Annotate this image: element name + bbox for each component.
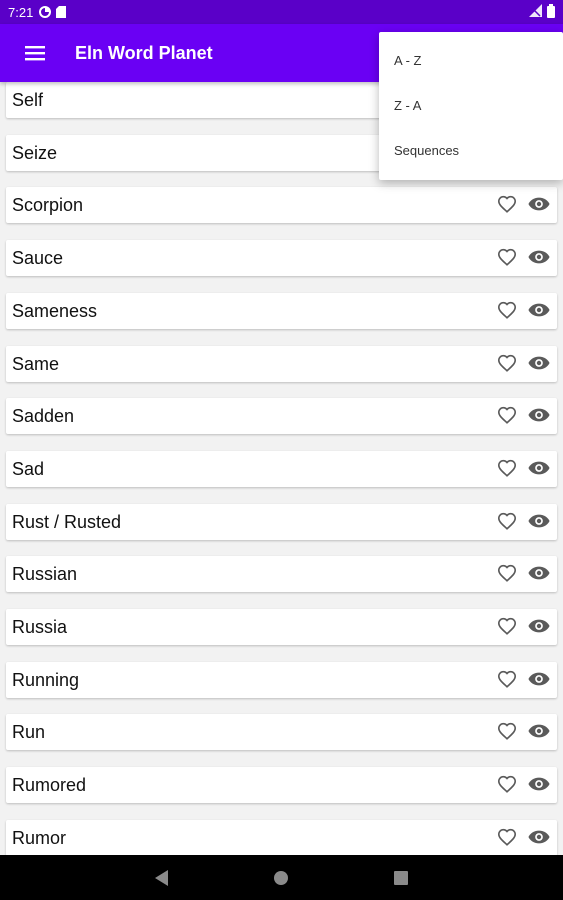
heart-outline-icon[interactable]: [496, 193, 518, 215]
heart-outline-icon[interactable]: [496, 562, 518, 584]
heart-outline-icon[interactable]: [496, 352, 518, 374]
list-item[interactable]: Rumored: [6, 767, 557, 803]
eye-icon[interactable]: [527, 193, 551, 215]
navigation-bar: [0, 855, 563, 900]
eye-icon[interactable]: [527, 720, 551, 742]
list-item[interactable]: Sadden: [6, 398, 557, 434]
heart-outline-icon[interactable]: [496, 299, 518, 321]
status-time: 7:21: [8, 4, 34, 20]
word-label: Running: [12, 669, 80, 690]
eye-icon[interactable]: [527, 246, 551, 268]
eye-icon[interactable]: [527, 773, 551, 795]
word-label: Seize: [12, 142, 58, 163]
heart-outline-icon[interactable]: [496, 246, 518, 268]
app-title: Eln Word Planet: [75, 42, 213, 63]
sort-menu: A - Z Z - A Sequences: [379, 32, 563, 180]
list-item[interactable]: Rumor: [6, 820, 557, 855]
list-item[interactable]: Scorpion: [6, 187, 557, 223]
heart-outline-icon[interactable]: [496, 668, 518, 690]
list-item[interactable]: Rust / Rusted: [6, 504, 557, 540]
data-saver-icon: [39, 6, 52, 18]
eye-icon[interactable]: [527, 668, 551, 690]
word-label: Russian: [12, 563, 78, 584]
eye-icon[interactable]: [527, 352, 551, 374]
word-label: Rumor: [12, 827, 67, 848]
sort-z-a-option[interactable]: Z - A: [379, 83, 563, 127]
list-item[interactable]: Run: [6, 714, 557, 750]
word-label: Russia: [12, 616, 68, 637]
heart-outline-icon[interactable]: [496, 615, 518, 637]
list-item[interactable]: Sad: [6, 451, 557, 487]
sort-sequences-option[interactable]: Sequences: [379, 128, 563, 172]
heart-outline-icon[interactable]: [496, 826, 518, 848]
heart-outline-icon[interactable]: [496, 773, 518, 795]
status-bar: 7:21: [0, 0, 563, 24]
word-label: Sauce: [12, 247, 64, 268]
battery-icon: [547, 3, 555, 21]
eye-icon[interactable]: [527, 510, 551, 532]
list-item[interactable]: Sauce: [6, 240, 557, 276]
word-label: Run: [12, 721, 46, 742]
word-list[interactable]: Self Seize Scorpion Sauce Sameness Same Sadden…: [0, 82, 563, 855]
back-icon[interactable]: [151, 867, 173, 889]
word-label: Sad: [12, 458, 45, 479]
list-item[interactable]: Running: [6, 662, 557, 698]
word-label: Rumored: [12, 774, 87, 795]
word-label: Same: [12, 353, 60, 374]
menu-item-label: Sequences: [394, 142, 460, 158]
word-label: Rust / Rusted: [12, 511, 122, 532]
eye-icon[interactable]: [527, 615, 551, 637]
eye-icon[interactable]: [527, 299, 551, 321]
menu-item-label: Z - A: [394, 97, 422, 113]
heart-outline-icon[interactable]: [496, 510, 518, 532]
eye-icon[interactable]: [527, 562, 551, 584]
word-label: Self: [12, 89, 44, 110]
heart-outline-icon[interactable]: [496, 404, 518, 426]
heart-outline-icon[interactable]: [496, 720, 518, 742]
word-label: Sameness: [12, 300, 98, 321]
home-icon[interactable]: [270, 867, 292, 889]
word-label: Scorpion: [12, 194, 84, 215]
eye-icon[interactable]: [527, 457, 551, 479]
sort-a-z-option[interactable]: A - Z: [379, 38, 563, 82]
eye-icon[interactable]: [527, 404, 551, 426]
list-item[interactable]: Sameness: [6, 293, 557, 329]
list-item[interactable]: Russia: [6, 609, 557, 645]
menu-item-label: A - Z: [394, 52, 422, 68]
list-item[interactable]: Russian: [6, 556, 557, 592]
recents-icon[interactable]: [390, 867, 412, 889]
heart-outline-icon[interactable]: [496, 457, 518, 479]
sd-card-icon: [56, 6, 67, 18]
word-label: Sadden: [12, 405, 75, 426]
list-item[interactable]: Same: [6, 346, 557, 382]
hamburger-menu-icon[interactable]: [20, 38, 50, 68]
eye-icon[interactable]: [527, 826, 551, 848]
signal-icon: [529, 4, 543, 20]
